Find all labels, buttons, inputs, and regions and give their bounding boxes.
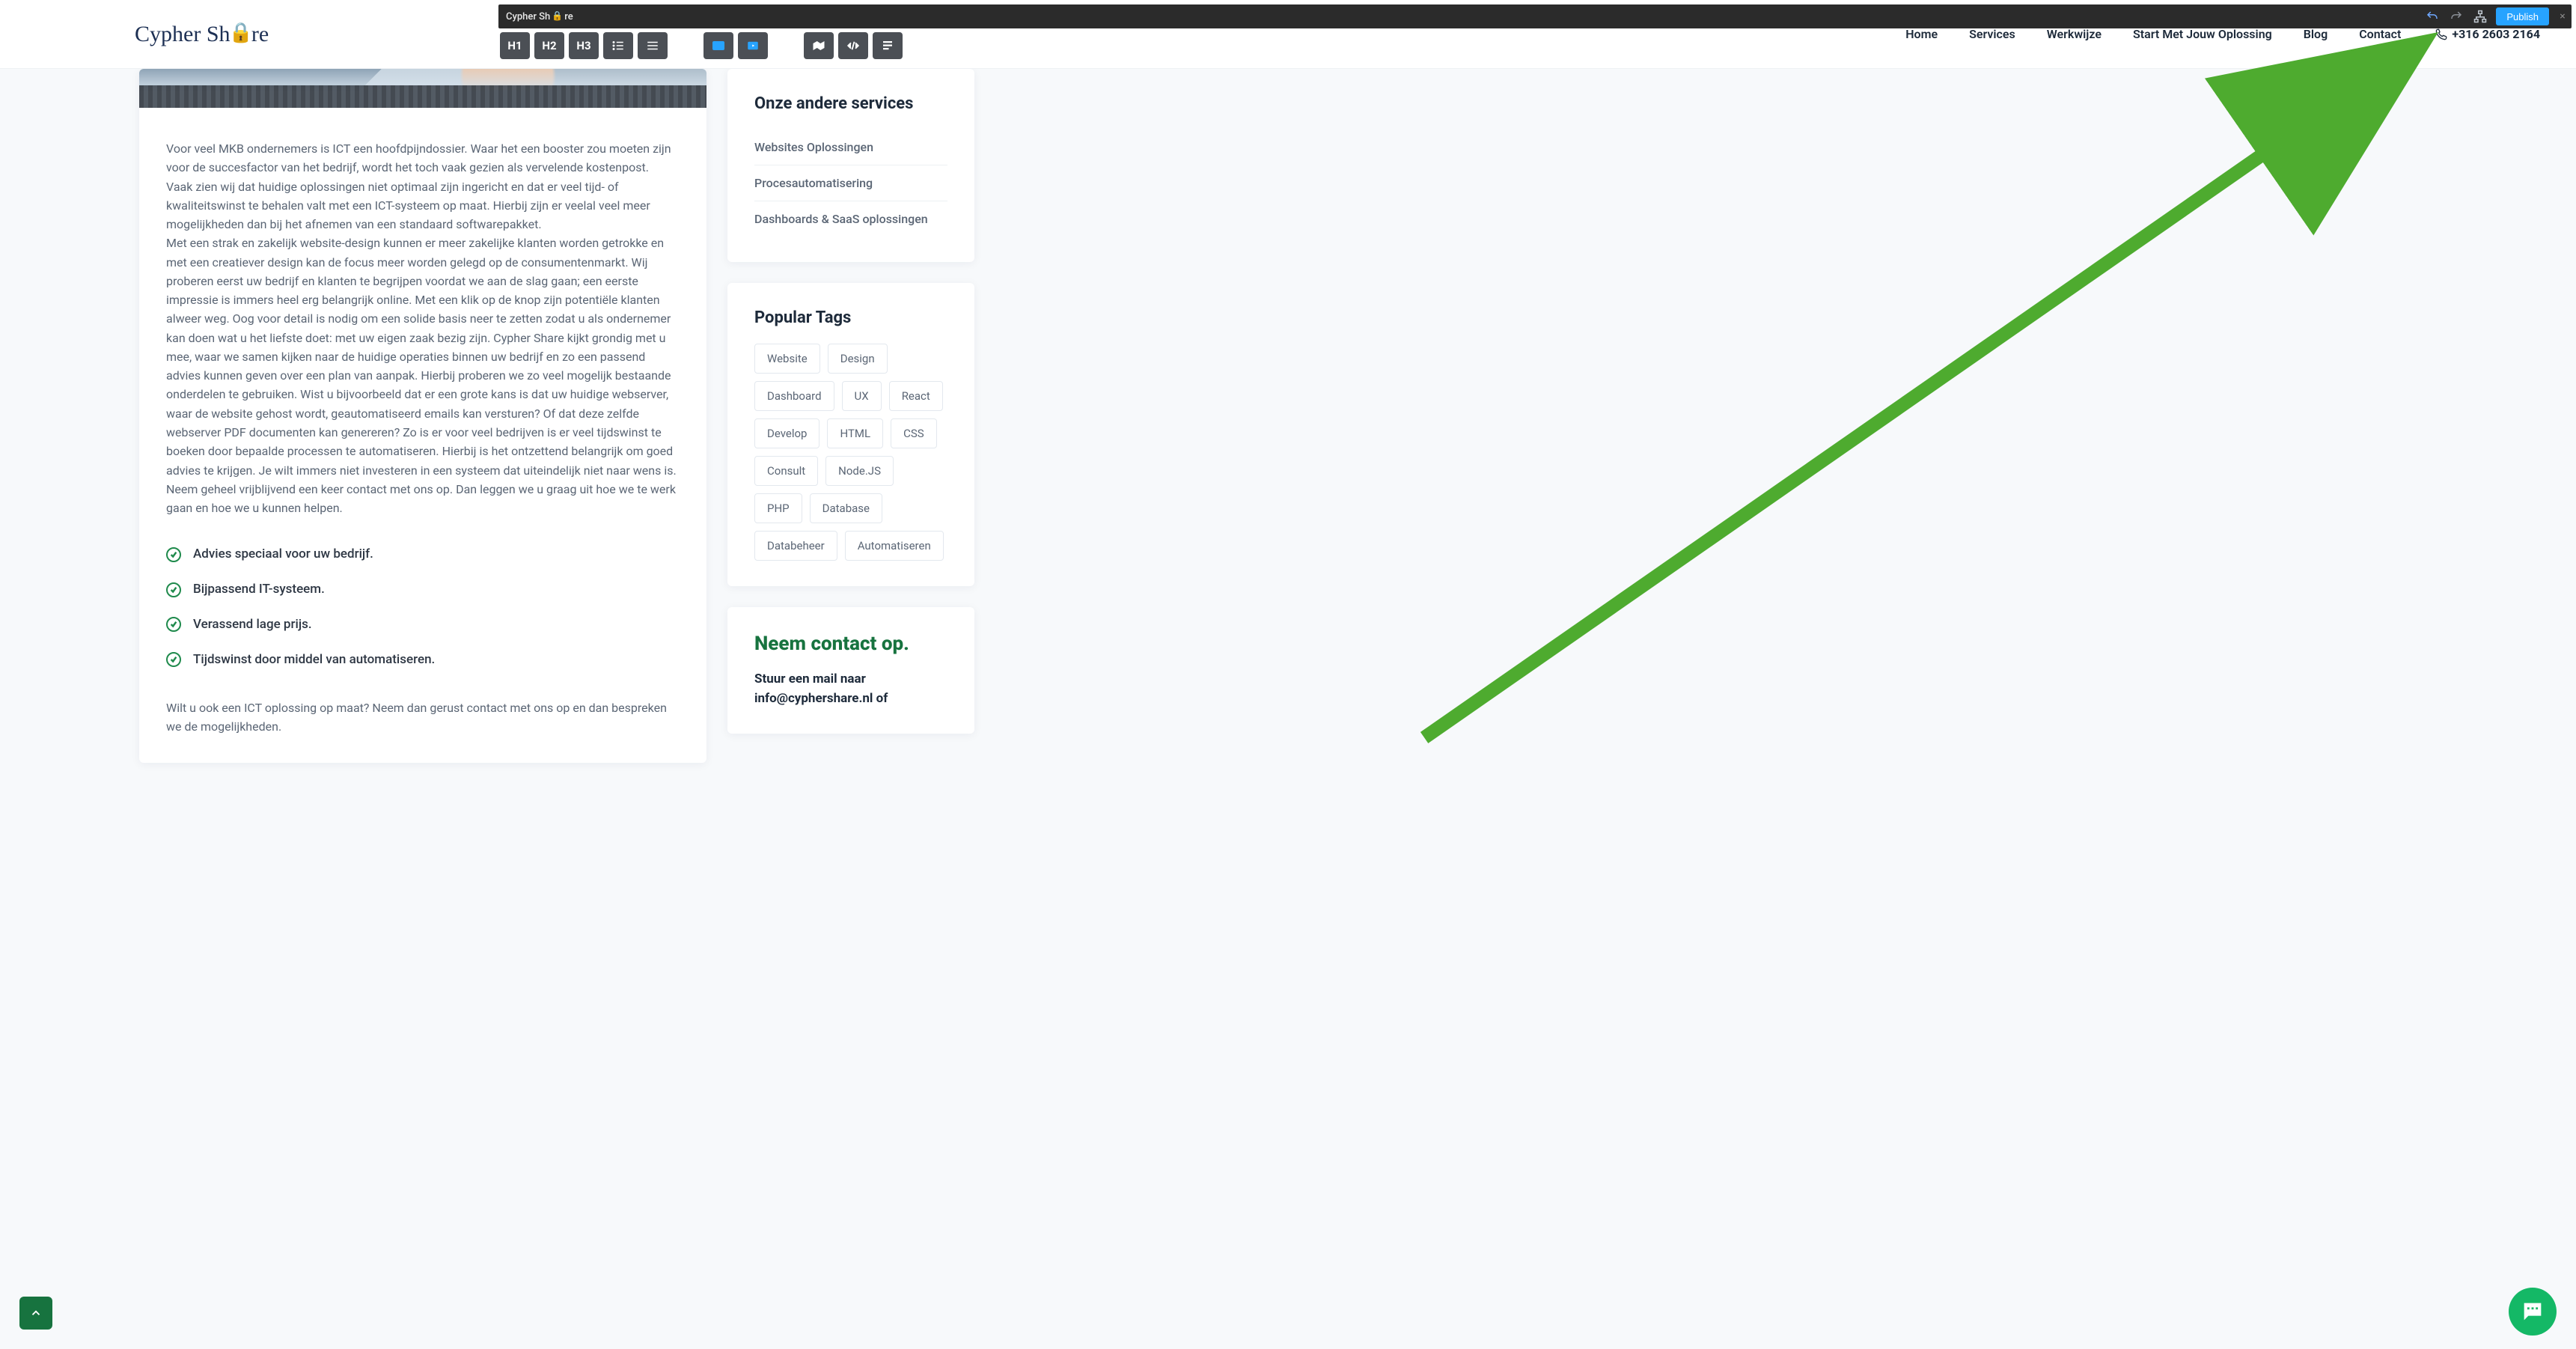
sitemap-icon[interactable] bbox=[2472, 8, 2488, 25]
tag[interactable]: Dashboard bbox=[754, 381, 834, 411]
article-card: Voor veel MKB ondernemers is ICT een hoo… bbox=[139, 69, 706, 763]
nav-services[interactable]: Services bbox=[1969, 27, 2015, 41]
feature-list: Advies speciaal voor uw bedrijf. Bijpass… bbox=[166, 537, 680, 677]
code-button[interactable] bbox=[838, 32, 868, 59]
play-box-button[interactable] bbox=[738, 32, 768, 59]
services-list: Websites Oplossingen Procesautomatiserin… bbox=[754, 130, 947, 237]
nav-contact[interactable]: Contact bbox=[2359, 27, 2401, 41]
site-logo[interactable]: Cypher Sh🔒re bbox=[135, 22, 269, 47]
contact-title: Neem contact op. bbox=[754, 633, 947, 655]
publish-button[interactable]: Publish bbox=[2496, 7, 2549, 25]
hero-image bbox=[139, 69, 706, 108]
form-button[interactable] bbox=[873, 32, 903, 59]
list-bullets-button[interactable] bbox=[603, 32, 633, 59]
article-paragraph: Neem geheel vrijblijvend een keer contac… bbox=[166, 480, 680, 518]
tag[interactable]: Node.JS bbox=[825, 456, 894, 486]
feature-text: Advies speciaal voor uw bedrijf. bbox=[193, 544, 373, 564]
tag[interactable]: Databeheer bbox=[754, 531, 837, 561]
contact-card: Neem contact op. Stuur een mail naar inf… bbox=[727, 607, 974, 734]
article-body: Voor veel MKB ondernemers is ICT een hoo… bbox=[139, 108, 706, 763]
page-body: Voor veel MKB ondernemers is ICT een hoo… bbox=[0, 69, 995, 808]
article-paragraph: Met een strak en zakelijk website-design… bbox=[166, 234, 680, 479]
check-circle-icon bbox=[166, 547, 181, 562]
tags-title: Popular Tags bbox=[754, 308, 947, 327]
feature-text: Tijdswinst door middel van automatiseren… bbox=[193, 650, 435, 670]
feature-item: Bijpassend IT-systeem. bbox=[166, 572, 680, 607]
editor-top-bar: Cypher Sh🔒re Publish × bbox=[498, 4, 2572, 28]
sidebar: Onze andere services Websites Oplossinge… bbox=[727, 69, 974, 763]
map-button[interactable] bbox=[804, 32, 834, 59]
lock-icon: 🔒 bbox=[552, 10, 563, 21]
tag[interactable]: Design bbox=[828, 344, 888, 374]
article-paragraph: Wilt u ook een ICT oplossing op maat? Ne… bbox=[166, 698, 680, 737]
article-paragraph: Vaak zien wij dat huidige oplossingen ni… bbox=[166, 177, 680, 234]
tags-card: Popular Tags Website Design Dashboard UX… bbox=[727, 283, 974, 586]
services-card: Onze andere services Websites Oplossinge… bbox=[727, 69, 974, 262]
tag[interactable]: Develop bbox=[754, 418, 820, 448]
box-button[interactable] bbox=[703, 32, 733, 59]
tag[interactable]: Website bbox=[754, 344, 820, 374]
feature-item: Advies speciaal voor uw bedrijf. bbox=[166, 537, 680, 572]
chat-icon bbox=[2520, 1299, 2545, 1324]
service-link[interactable]: Dashboards & SaaS oplossingen bbox=[754, 201, 947, 237]
tag[interactable]: UX bbox=[842, 381, 882, 411]
heading1-button[interactable]: H1 bbox=[500, 32, 530, 59]
feature-text: Verassend lage prijs. bbox=[193, 615, 312, 635]
check-circle-icon bbox=[166, 652, 181, 667]
close-icon[interactable]: × bbox=[2557, 10, 2569, 22]
feature-item: Verassend lage prijs. bbox=[166, 607, 680, 642]
nav-blog[interactable]: Blog bbox=[2304, 27, 2328, 41]
editor-brand: Cypher Sh🔒re bbox=[506, 11, 573, 22]
tag[interactable]: Database bbox=[810, 493, 882, 523]
tag-cloud: Website Design Dashboard UX React Develo… bbox=[754, 344, 947, 561]
service-link[interactable]: Websites Oplossingen bbox=[754, 130, 947, 165]
nav-home[interactable]: Home bbox=[1905, 27, 1938, 41]
nav-werkwijze[interactable]: Werkwijze bbox=[2047, 27, 2102, 41]
article-paragraph: Voor veel MKB ondernemers is ICT een hoo… bbox=[166, 139, 680, 177]
list-lines-button[interactable] bbox=[638, 32, 668, 59]
tag[interactable]: React bbox=[889, 381, 943, 411]
main-column: Voor veel MKB ondernemers is ICT een hoo… bbox=[139, 69, 706, 763]
tag[interactable]: HTML bbox=[827, 418, 883, 448]
tag[interactable]: PHP bbox=[754, 493, 802, 523]
tag[interactable]: Automatiseren bbox=[845, 531, 944, 561]
chat-fab[interactable] bbox=[2509, 1288, 2557, 1336]
check-circle-icon bbox=[166, 617, 181, 632]
format-toolbar: H1 H2 H3 bbox=[500, 32, 903, 59]
chevron-up-icon bbox=[29, 1306, 43, 1320]
check-circle-icon bbox=[166, 582, 181, 597]
phone-icon bbox=[2435, 28, 2447, 40]
service-link[interactable]: Procesautomatisering bbox=[754, 165, 947, 201]
tag[interactable]: Consult bbox=[754, 456, 818, 486]
nav-start[interactable]: Start Met Jouw Oplossing bbox=[2133, 27, 2272, 41]
main-nav: Home Services Werkwijze Start Met Jouw O… bbox=[1905, 27, 2401, 41]
scroll-top-button[interactable] bbox=[19, 1297, 52, 1330]
tag[interactable]: CSS bbox=[891, 418, 937, 448]
heading2-button[interactable]: H2 bbox=[534, 32, 564, 59]
redo-icon[interactable] bbox=[2448, 8, 2464, 25]
header-phone[interactable]: +316 2603 2164 bbox=[2435, 27, 2540, 41]
services-title: Onze andere services bbox=[754, 94, 947, 113]
lock-icon: 🔒 bbox=[229, 22, 253, 44]
heading3-button[interactable]: H3 bbox=[569, 32, 599, 59]
feature-text: Bijpassend IT-systeem. bbox=[193, 579, 325, 600]
feature-item: Tijdswinst door middel van automatiseren… bbox=[166, 642, 680, 677]
contact-text: Stuur een mail naar info@cyphershare.nl … bbox=[754, 670, 947, 708]
undo-icon[interactable] bbox=[2424, 8, 2441, 25]
